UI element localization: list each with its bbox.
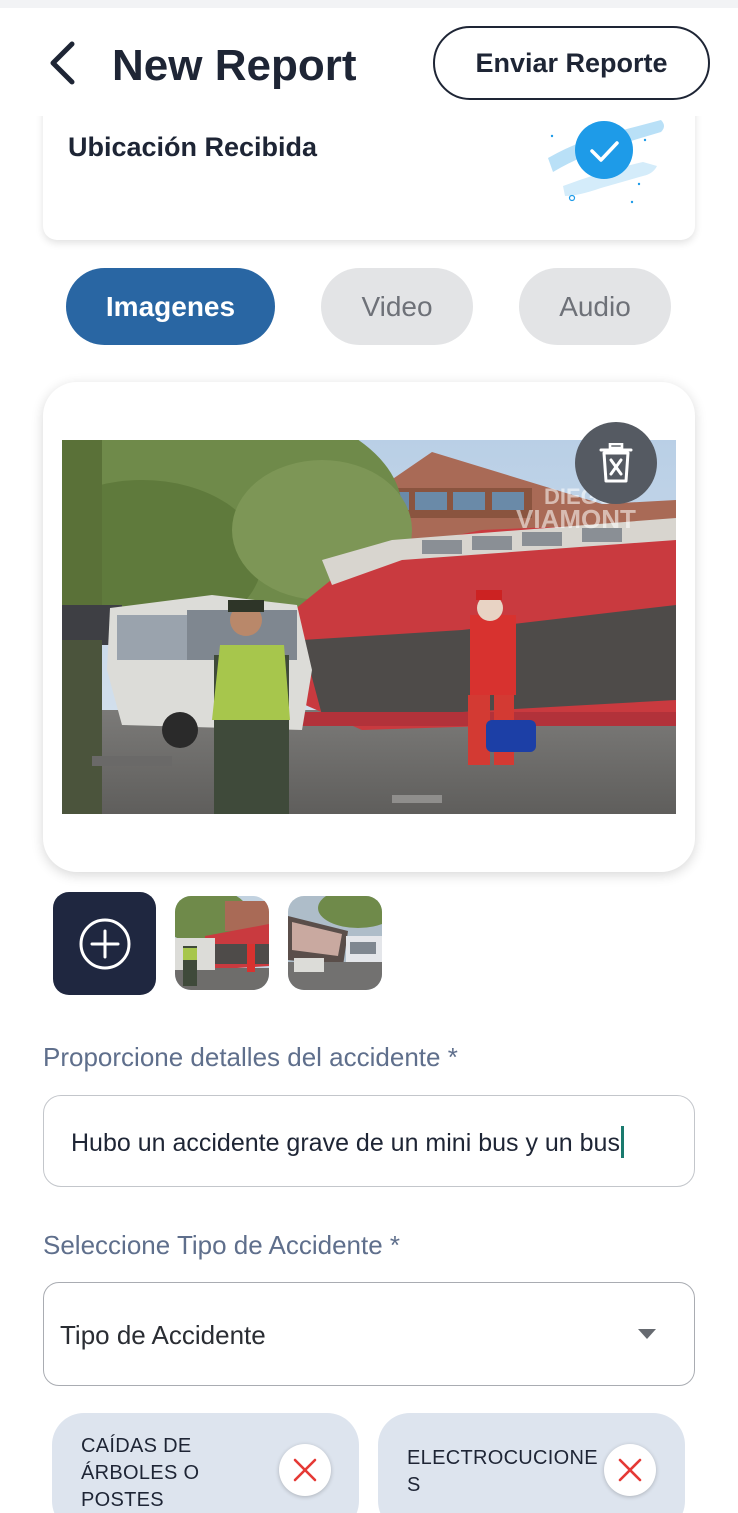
chip-label: ELECTROCUCIONES bbox=[407, 1447, 598, 1496]
details-label: Proporcione detalles del accidente * bbox=[43, 1042, 458, 1072]
remove-chip-button[interactable] bbox=[604, 1444, 656, 1496]
image-thumbnail[interactable] bbox=[288, 896, 382, 990]
accident-type-label: Seleccione Tipo de Accidente * bbox=[43, 1230, 401, 1260]
tab-audio[interactable]: Audio bbox=[519, 268, 671, 345]
trash-icon bbox=[599, 443, 633, 483]
back-button[interactable] bbox=[40, 38, 84, 88]
tab-video[interactable]: Video bbox=[321, 268, 473, 345]
caret-down-icon bbox=[638, 1329, 656, 1339]
add-image-button[interactable] bbox=[53, 892, 156, 995]
image-thumbnail[interactable] bbox=[175, 896, 269, 990]
accident-type-chip: CAÍDAS DE ÁRBOLES O POSTES bbox=[52, 1413, 359, 1513]
remove-chip-button[interactable] bbox=[279, 1444, 331, 1496]
tab-images[interactable]: Imagenes bbox=[66, 268, 275, 345]
chip-label: CAÍDAS DE ÁRBOLES O POSTES bbox=[81, 1435, 200, 1511]
text-caret bbox=[620, 1126, 624, 1158]
page-title: New Report bbox=[112, 41, 357, 90]
image-preview-card: DIEGO VIAMONT bbox=[43, 382, 695, 872]
accident-type-dropdown[interactable]: Tipo de Accidente bbox=[43, 1282, 695, 1386]
chevron-left-icon bbox=[50, 41, 75, 85]
send-report-button[interactable]: Enviar Reporte bbox=[433, 26, 710, 100]
delete-image-button[interactable] bbox=[575, 422, 657, 504]
close-icon bbox=[618, 1458, 642, 1482]
location-status-label: Ubicación Recibida bbox=[68, 132, 318, 162]
details-input[interactable]: Hubo un accidente grave de un mini bus y… bbox=[43, 1095, 695, 1187]
plus-circle-icon bbox=[79, 918, 130, 969]
details-input-value: Hubo un accidente grave de un mini bus y… bbox=[71, 1129, 620, 1157]
accident-photo: DIEGO VIAMONT bbox=[62, 440, 676, 814]
close-icon bbox=[293, 1458, 317, 1482]
accident-type-chip: ELECTROCUCIONES bbox=[378, 1413, 685, 1513]
accident-type-selected: Tipo de Accidente bbox=[60, 1320, 266, 1350]
status-bar bbox=[0, 0, 738, 8]
check-circle-icon bbox=[548, 120, 664, 204]
app-header: New Report Enviar Reporte bbox=[0, 8, 738, 116]
watermark-line-2: VIAMONT bbox=[516, 504, 636, 534]
